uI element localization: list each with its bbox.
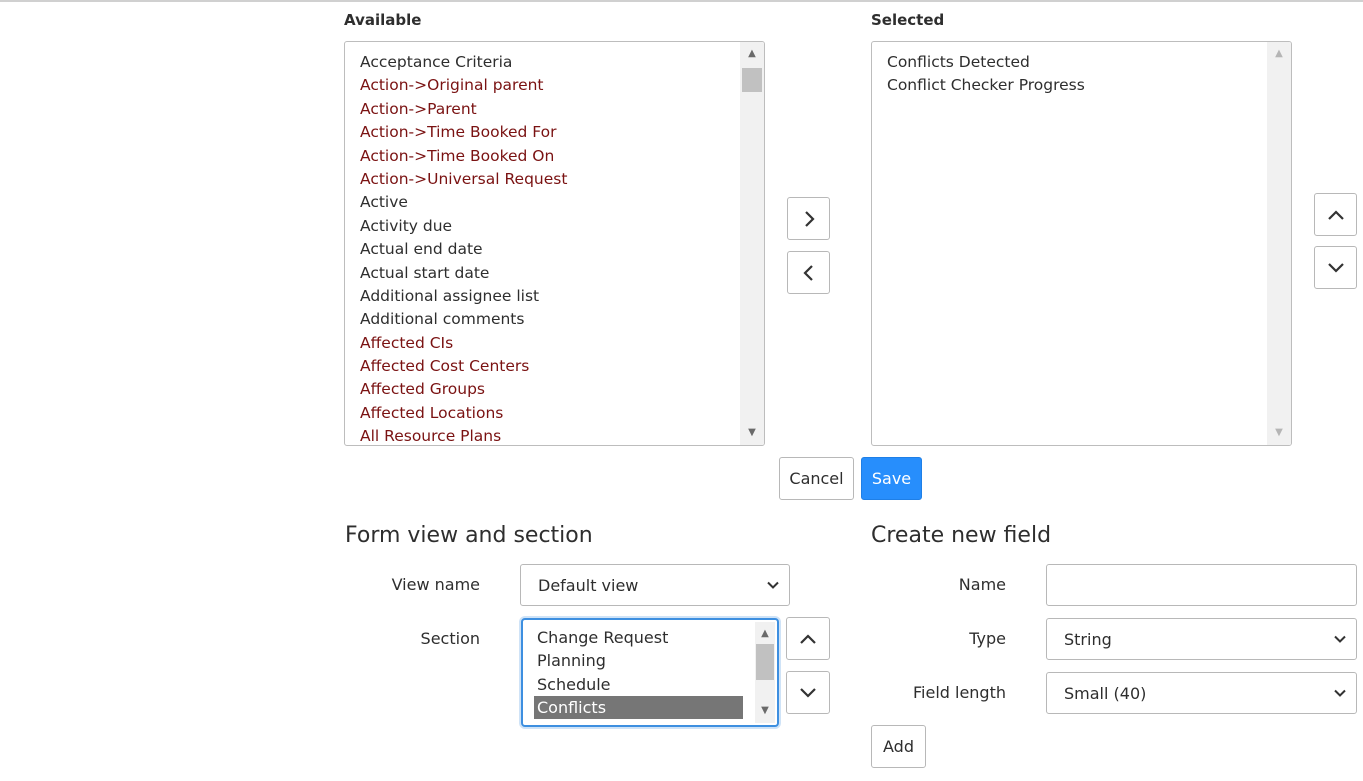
move-section-down-button[interactable] bbox=[786, 671, 830, 714]
cancel-button-label: Cancel bbox=[789, 469, 844, 488]
field-type-select[interactable]: String bbox=[1046, 618, 1357, 660]
available-listbox[interactable]: Acceptance Criteria Action->Original pare… bbox=[344, 41, 765, 446]
add-field-button[interactable]: Add bbox=[871, 725, 926, 768]
list-item[interactable]: Affected CIs bbox=[345, 332, 740, 355]
list-item[interactable]: Actual end date bbox=[345, 238, 740, 261]
scroll-up-arrow-icon[interactable]: ▲ bbox=[1267, 45, 1291, 63]
list-item[interactable]: Affected Cost Centers bbox=[345, 355, 740, 378]
list-item[interactable]: Action->Parent bbox=[345, 98, 740, 121]
selected-scrollbar[interactable]: ▲ ▼ bbox=[1267, 42, 1291, 445]
scroll-up-arrow-icon[interactable]: ▲ bbox=[755, 625, 775, 643]
scroll-thumb[interactable] bbox=[756, 644, 774, 680]
available-scrollbar[interactable]: ▲ ▼ bbox=[740, 42, 764, 445]
field-type-label: Type bbox=[969, 629, 1006, 648]
scroll-up-arrow-icon[interactable]: ▲ bbox=[740, 45, 764, 63]
move-selected-down-button[interactable] bbox=[1314, 246, 1357, 289]
list-item[interactable]: Action->Universal Request bbox=[345, 168, 740, 191]
chevron-right-icon bbox=[802, 210, 816, 228]
field-type-value: String bbox=[1064, 629, 1112, 649]
move-selected-up-button[interactable] bbox=[1314, 193, 1357, 236]
add-field-button-label: Add bbox=[883, 737, 914, 756]
list-item[interactable]: Conflict Checker Progress bbox=[872, 74, 1267, 97]
list-item[interactable]: Conflicts Detected bbox=[872, 51, 1267, 74]
chevron-up-icon bbox=[799, 632, 817, 646]
add-to-selected-button[interactable] bbox=[787, 197, 830, 240]
field-length-value: Small (40) bbox=[1064, 683, 1147, 703]
cancel-button[interactable]: Cancel bbox=[779, 457, 854, 500]
list-item[interactable]: Action->Time Booked For bbox=[345, 121, 740, 144]
field-length-label: Field length bbox=[912, 683, 1006, 702]
section-label: Section bbox=[420, 629, 480, 648]
section-listbox[interactable]: Change Request Planning Schedule Conflicts … bbox=[521, 618, 779, 727]
scroll-down-arrow-icon[interactable]: ▼ bbox=[740, 424, 764, 442]
list-item[interactable]: All Resource Plans bbox=[345, 425, 740, 445]
view-name-label: View name bbox=[391, 575, 480, 594]
chevron-down-icon bbox=[1327, 261, 1345, 275]
section-scrollbar[interactable]: ▲ ▼ bbox=[755, 622, 775, 723]
view-name-select[interactable]: Default view bbox=[520, 564, 790, 606]
list-item[interactable]: Planning bbox=[534, 649, 743, 672]
chevron-down-icon bbox=[1333, 684, 1347, 703]
form-view-heading: Form view and section bbox=[345, 523, 593, 548]
list-item[interactable]: Conflicts bbox=[534, 695, 743, 720]
list-item[interactable]: Affected Locations bbox=[345, 402, 740, 425]
top-divider bbox=[0, 0, 1363, 2]
selected-title: Selected bbox=[871, 11, 945, 29]
list-item[interactable]: Action->Time Booked On bbox=[345, 145, 740, 168]
scroll-down-arrow-icon[interactable]: ▼ bbox=[1267, 424, 1291, 442]
scroll-down-arrow-icon[interactable]: ▼ bbox=[755, 702, 775, 720]
field-length-select[interactable]: Small (40) bbox=[1046, 672, 1357, 714]
chevron-down-icon bbox=[766, 576, 780, 595]
list-item[interactable]: Additional assignee list bbox=[345, 285, 740, 308]
view-name-value: Default view bbox=[538, 575, 639, 595]
chevron-left-icon bbox=[802, 264, 816, 282]
chevron-up-icon bbox=[1327, 208, 1345, 222]
list-item[interactable]: Action->Original parent bbox=[345, 74, 740, 97]
save-button-label: Save bbox=[871, 469, 912, 488]
list-item[interactable]: Actual start date bbox=[345, 262, 740, 285]
list-item[interactable]: Change Request bbox=[534, 626, 743, 649]
available-title: Available bbox=[344, 11, 422, 29]
field-name-label: Name bbox=[958, 575, 1006, 594]
save-button[interactable]: Save bbox=[861, 457, 922, 500]
list-item[interactable]: Additional comments bbox=[345, 308, 740, 331]
list-item[interactable]: Activity due bbox=[345, 215, 740, 238]
available-items: Acceptance Criteria Action->Original pare… bbox=[345, 42, 740, 445]
remove-from-selected-button[interactable] bbox=[787, 251, 830, 294]
list-item[interactable]: Active bbox=[345, 191, 740, 214]
scroll-thumb[interactable] bbox=[742, 68, 762, 92]
list-item[interactable]: Affected Groups bbox=[345, 378, 740, 401]
selected-listbox[interactable]: Conflicts Detected Conflict Checker Progr… bbox=[871, 41, 1292, 446]
list-item[interactable]: Schedule bbox=[534, 673, 743, 696]
field-name-input[interactable] bbox=[1046, 564, 1357, 606]
chevron-down-icon bbox=[1333, 630, 1347, 649]
selected-items: Conflicts Detected Conflict Checker Progr… bbox=[872, 42, 1267, 445]
section-items: Change Request Planning Schedule Conflicts bbox=[534, 626, 743, 720]
list-item[interactable]: Acceptance Criteria bbox=[345, 51, 740, 74]
create-field-heading: Create new field bbox=[871, 523, 1052, 548]
move-section-up-button[interactable] bbox=[786, 617, 830, 660]
chevron-down-icon bbox=[799, 686, 817, 700]
